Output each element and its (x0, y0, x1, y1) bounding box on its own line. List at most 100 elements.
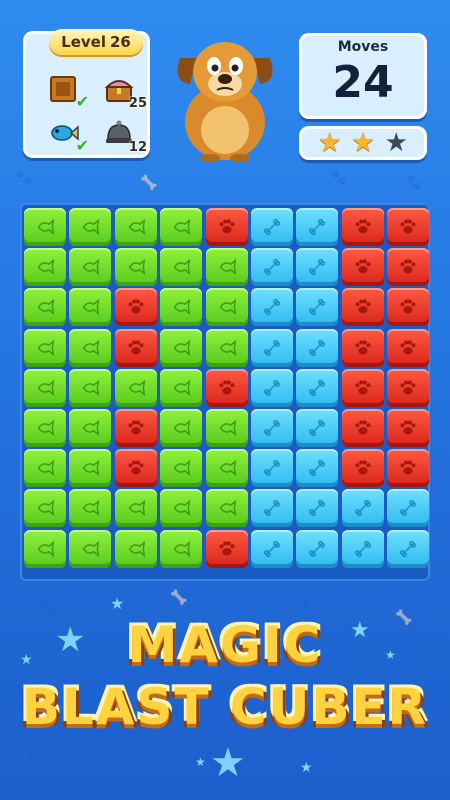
paw-icon (219, 380, 235, 395)
tile-blue[interactable] (296, 529, 339, 568)
bone-icon (309, 379, 326, 396)
tile-green[interactable] (114, 489, 157, 528)
tile-green[interactable] (160, 328, 203, 367)
tile-green[interactable] (69, 328, 112, 367)
tile-blue[interactable] (296, 449, 339, 488)
tile-green[interactable] (69, 288, 112, 327)
tile-blue[interactable] (341, 489, 384, 528)
tile-blue[interactable] (296, 208, 339, 246)
tile-green[interactable] (24, 328, 66, 367)
tile-green[interactable] (205, 449, 248, 488)
tile-blue[interactable] (251, 409, 293, 447)
tile-red[interactable] (341, 248, 384, 287)
tile-green[interactable] (114, 529, 157, 568)
tile-green[interactable] (205, 248, 248, 287)
tile-red[interactable] (114, 328, 157, 367)
tile-green[interactable] (160, 248, 203, 287)
tile-green[interactable] (69, 368, 112, 407)
tile-blue[interactable] (296, 368, 339, 407)
tile-red[interactable] (205, 529, 248, 568)
tile-green[interactable] (24, 368, 66, 407)
tile-red[interactable] (387, 208, 430, 246)
tile-green[interactable] (24, 409, 66, 447)
tile-red[interactable] (205, 208, 248, 246)
tile-blue[interactable] (251, 529, 293, 568)
tile-red[interactable] (341, 288, 384, 327)
tile-blue[interactable] (341, 529, 384, 568)
tile-green[interactable] (24, 489, 66, 528)
tile-blue[interactable] (251, 288, 293, 327)
tile-red[interactable] (341, 328, 384, 367)
tile-green[interactable] (69, 248, 112, 287)
tile-green[interactable] (205, 288, 248, 327)
tile-red[interactable] (341, 409, 384, 447)
tile-green[interactable] (160, 368, 203, 407)
tile-blue[interactable] (296, 288, 339, 327)
tile-green[interactable] (114, 208, 157, 246)
bone-icon (309, 259, 326, 276)
paw-icon (355, 299, 371, 314)
tile-blue[interactable] (296, 409, 339, 447)
tile-green[interactable] (160, 208, 203, 246)
tile-red[interactable] (387, 248, 430, 287)
tile-red[interactable] (341, 208, 384, 246)
tile-blue[interactable] (296, 489, 339, 528)
fish-icon (83, 460, 100, 477)
tile-red[interactable] (205, 368, 248, 407)
tile-blue[interactable] (251, 328, 293, 367)
tile-green[interactable] (24, 449, 66, 488)
tile-red[interactable] (387, 328, 430, 367)
star-earned-icon: ★ (318, 128, 342, 158)
tile-blue[interactable] (251, 248, 293, 287)
tile-green[interactable] (114, 368, 157, 407)
tile-red[interactable] (387, 288, 430, 327)
fish-icon (173, 259, 191, 276)
bone-icon (263, 379, 281, 396)
tile-green[interactable] (24, 529, 66, 568)
tile-blue[interactable] (251, 449, 293, 488)
paw-icon: 🐾 (15, 170, 33, 186)
tile-red[interactable] (341, 368, 384, 407)
tile-green[interactable] (69, 489, 112, 528)
bone-icon (400, 500, 417, 517)
tile-green[interactable] (69, 529, 112, 568)
tile-green[interactable] (205, 489, 248, 528)
tile-green[interactable] (24, 248, 66, 287)
tile-green[interactable] (69, 208, 112, 246)
tile-blue[interactable] (251, 368, 293, 407)
tile-blue[interactable] (251, 489, 293, 528)
tile-green[interactable] (160, 288, 203, 327)
tile-blue[interactable] (296, 328, 339, 367)
tile-red[interactable] (114, 409, 157, 447)
tile-blue[interactable] (387, 529, 430, 568)
tile-red[interactable] (387, 368, 430, 407)
tile-green[interactable] (69, 409, 112, 447)
game-board[interactable] (20, 203, 430, 581)
tile-green[interactable] (160, 529, 203, 568)
tile-red[interactable] (114, 288, 157, 327)
tile-green[interactable] (24, 208, 66, 246)
tile-blue[interactable] (251, 208, 293, 246)
tile-red[interactable] (387, 409, 430, 447)
star-empty-icon: ★ (384, 128, 408, 158)
fish-icon (37, 339, 55, 356)
bone-icon (263, 259, 281, 276)
tile-green[interactable] (205, 409, 248, 447)
paw-icon (355, 219, 371, 234)
tile-red[interactable] (387, 449, 430, 488)
tile-green[interactable] (24, 288, 66, 327)
tile-blue[interactable] (387, 489, 430, 528)
tile-red[interactable] (114, 449, 157, 488)
tile-red[interactable] (341, 449, 384, 488)
fish-icon (219, 460, 236, 477)
tile-blue[interactable] (296, 248, 339, 287)
tile-green[interactable] (69, 449, 112, 488)
paw-icon (355, 259, 371, 274)
tile-green[interactable] (160, 409, 203, 447)
fish-icon (37, 540, 55, 557)
tile-green[interactable] (160, 489, 203, 528)
tile-green[interactable] (114, 248, 157, 287)
tile-green[interactable] (205, 328, 248, 367)
tile-green[interactable] (160, 449, 203, 488)
paw-icon (219, 541, 235, 556)
